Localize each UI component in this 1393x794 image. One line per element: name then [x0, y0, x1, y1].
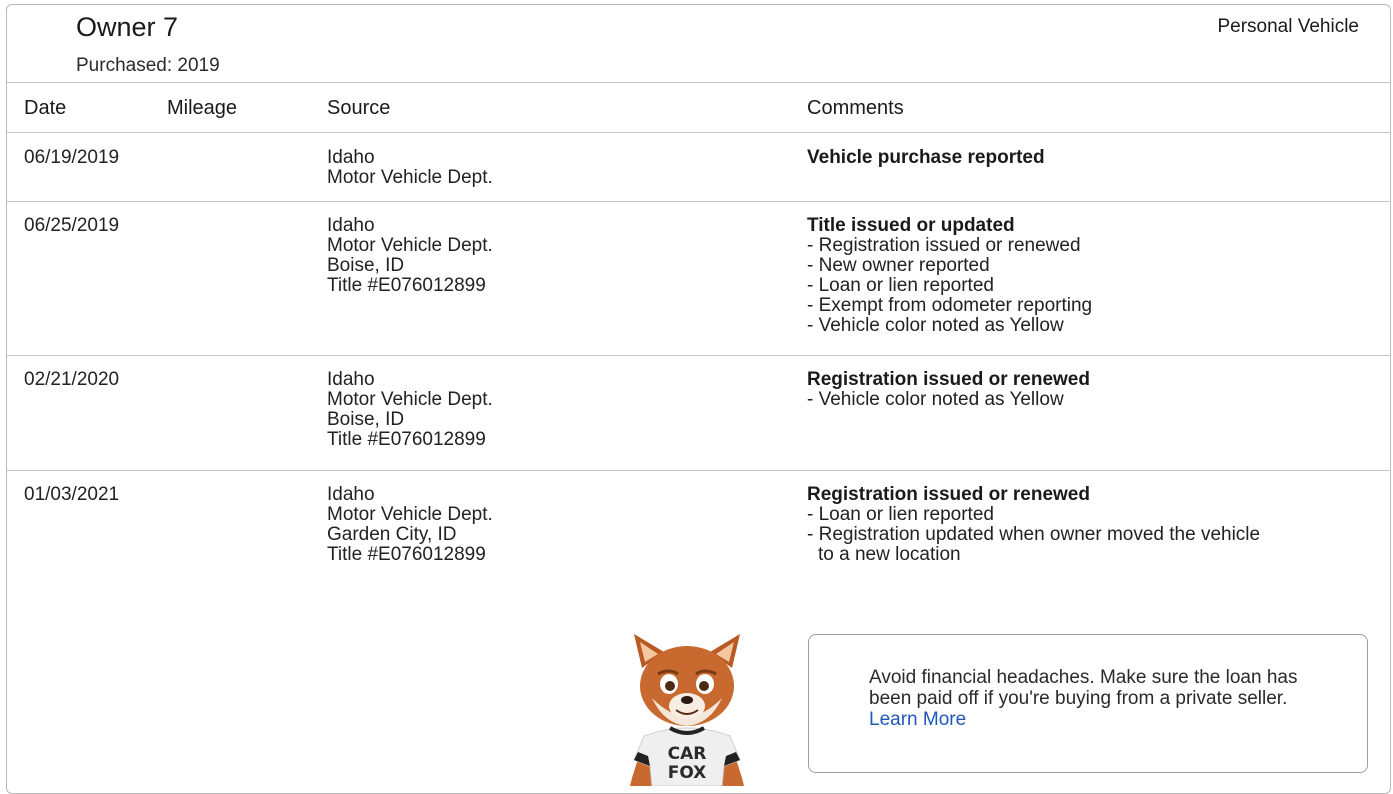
loan-tip-callout: Avoid financial headaches. Make sure the… [808, 634, 1368, 773]
row-date: 02/21/2020 [24, 369, 120, 390]
comment-item: - Registration updated when owner moved … [807, 524, 1261, 545]
comment-title: Registration issued or renewed [807, 369, 1090, 390]
source-line: Title #E076012899 [327, 429, 486, 450]
learn-more-link[interactable]: Learn More [869, 709, 966, 730]
table-row: 06/19/2019 Idaho Motor Vehicle Dept. Veh… [6, 134, 1391, 202]
row-comments: Title issued or updated - Registration i… [807, 216, 1377, 336]
purchased-year: Purchased: 2019 [76, 55, 220, 76]
comment-item: - Loan or lien reported [807, 504, 994, 525]
owner-title: Owner 7 [76, 12, 179, 42]
comment-item: - Registration issued or renewed [807, 235, 1081, 256]
row-source: Idaho Motor Vehicle Dept. Garden City, I… [327, 485, 493, 565]
table-row: 06/25/2019 Idaho Motor Vehicle Dept. Boi… [6, 202, 1391, 356]
source-line: Motor Vehicle Dept. [327, 504, 493, 525]
shirt-text-fox: FOX [668, 763, 707, 783]
comment-item: - New owner reported [807, 255, 990, 276]
source-line: Motor Vehicle Dept. [327, 389, 493, 410]
carfox-mascot-icon: CAR FOX [612, 628, 762, 787]
row-comments: Registration issued or renewed - Vehicle… [807, 370, 1377, 410]
row-source: Idaho Motor Vehicle Dept. [327, 148, 493, 188]
table-header-row: Date Mileage Source Comments [6, 82, 1391, 133]
header-source: Source [327, 97, 391, 119]
source-line: Idaho [327, 215, 375, 236]
header-comments: Comments [807, 97, 904, 119]
comment-item: to a new location [818, 544, 961, 565]
source-line: Motor Vehicle Dept. [327, 167, 493, 188]
source-line: Title #E076012899 [327, 544, 486, 565]
row-date: 06/19/2019 [24, 147, 120, 168]
shirt-text-car: CAR [668, 744, 707, 764]
row-date: 01/03/2021 [24, 484, 120, 505]
source-line: Title #E076012899 [327, 275, 486, 296]
header-date: Date [24, 97, 67, 119]
source-line: Idaho [327, 369, 375, 390]
comment-title: Vehicle purchase reported [807, 147, 1045, 168]
table-row: 02/21/2020 Idaho Motor Vehicle Dept. Boi… [6, 356, 1391, 471]
source-line: Idaho [327, 147, 375, 168]
source-line: Garden City, ID [327, 524, 457, 545]
loan-tip-message: Avoid financial headaches. Make sure the… [869, 667, 1298, 709]
comment-item: - Vehicle color noted as Yellow [807, 315, 1064, 336]
comment-item: - Loan or lien reported [807, 275, 994, 296]
row-date: 06/25/2019 [24, 215, 120, 236]
row-comments: Registration issued or renewed - Loan or… [807, 485, 1377, 565]
header-mileage: Mileage [167, 97, 238, 119]
source-line: Boise, ID [327, 409, 405, 430]
comment-title: Registration issued or renewed [807, 484, 1090, 505]
comment-item: - Vehicle color noted as Yellow [807, 389, 1064, 410]
comment-title: Title issued or updated [807, 215, 1015, 236]
comment-item: - Exempt from odometer reporting [807, 295, 1093, 316]
row-comments: Vehicle purchase reported [807, 148, 1377, 168]
row-source: Idaho Motor Vehicle Dept. Boise, ID Titl… [327, 216, 493, 296]
loan-tip-text: Avoid financial headaches. Make sure the… [869, 667, 1329, 730]
source-line: Idaho [327, 484, 375, 505]
vehicle-type-label: Personal Vehicle [1217, 16, 1359, 37]
source-line: Boise, ID [327, 255, 405, 276]
row-source: Idaho Motor Vehicle Dept. Boise, ID Titl… [327, 370, 493, 450]
source-line: Motor Vehicle Dept. [327, 235, 493, 256]
